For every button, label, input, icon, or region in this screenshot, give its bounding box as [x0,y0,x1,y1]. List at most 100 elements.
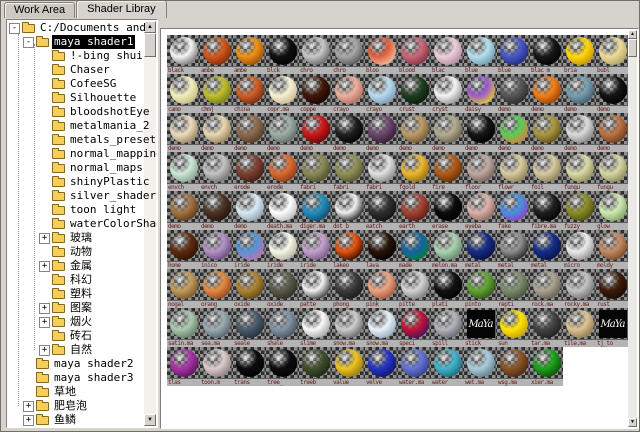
tree-item[interactable]: maya shader2 [7,357,144,371]
shader-tile[interactable]: tlas [167,347,200,386]
tree-item-label[interactable]: C:/Documents and [38,21,148,35]
tree-item[interactable]: metalmania_2 [7,119,144,133]
shader-preview[interactable] [299,308,332,340]
shader-tile[interactable]: lava [365,230,398,269]
shader-preview[interactable] [596,35,629,67]
shader-preview[interactable] [365,191,398,223]
shader-preview[interactable] [497,347,530,379]
shader-preview[interactable] [530,152,563,184]
shader-tile[interactable]: demo [365,113,398,152]
shader-tile[interactable]: iride [233,230,266,269]
tree-item[interactable]: +金属 [7,259,144,273]
shader-tile[interactable]: orang [200,269,233,308]
shader-tile[interactable]: fungu [596,152,629,191]
shader-preview[interactable] [299,269,332,301]
shader-preview[interactable] [530,35,563,67]
tab-work-area[interactable]: Work Area [4,2,75,18]
shader-preview[interactable] [167,347,200,379]
shader-tile[interactable]: satin.ma [167,308,200,347]
tree-item[interactable]: +图案 [7,301,144,315]
shader-tile[interactable]: demo [332,113,365,152]
shader-tile[interactable]: shale [266,308,299,347]
shader-preview[interactable] [596,113,629,145]
shader-preview[interactable] [200,230,233,262]
shader-preview[interactable] [233,230,266,262]
shader-tile[interactable]: made [398,230,431,269]
tree-item[interactable]: +肥皂泡 [7,399,144,413]
tree-item-label[interactable]: !-bing shui [68,49,145,63]
shader-tile[interactable]: bria [563,35,596,74]
shader-preview[interactable] [299,152,332,184]
shader-tile[interactable]: trans [233,347,266,386]
shader-preview[interactable] [200,191,233,223]
shader-preview[interactable] [497,230,530,262]
shader-preview[interactable]: MaYa [596,308,629,340]
tree-item-label[interactable]: bloodshotEye [68,105,151,119]
shader-tile[interactable]: camo [167,74,200,113]
shader-preview[interactable] [464,35,497,67]
shader-tile[interactable]: sun [497,308,530,347]
shader-tile[interactable]: rust [596,269,629,308]
shader-preview[interactable] [299,347,332,379]
tree-item[interactable]: shinyPlastic [7,175,144,189]
shader-tile[interactable]: fake [497,191,530,230]
shader-preview[interactable] [563,308,596,340]
shader-tile[interactable]: foil [530,152,563,191]
tree-item-label[interactable]: 烟火 [68,315,94,329]
shader-tile[interactable]: demo [233,113,266,152]
shader-preview[interactable] [167,113,200,145]
shader-preview[interactable] [299,74,332,106]
shader-preview[interactable] [596,230,629,262]
shader-tile[interactable]: fabri [332,152,365,191]
shader-preview[interactable] [497,74,530,106]
shader-preview[interactable] [563,35,596,67]
shader-tile[interactable]: plati [431,269,464,308]
tree-item-label[interactable]: 砖石 [68,329,94,343]
shader-tile[interactable]: fuzzy [563,191,596,230]
shader-preview[interactable] [530,230,563,262]
shader-preview[interactable] [530,191,563,223]
shader-tile[interactable]: crayo [365,74,398,113]
shader-tile[interactable]: eyeba [464,191,497,230]
shader-preview[interactable] [563,191,596,223]
shader-tile[interactable]: flowr [497,152,530,191]
shader-preview[interactable] [365,269,398,301]
thumbs-scrollbar[interactable]: ▲ ▼ [628,30,637,427]
shader-preview[interactable] [299,191,332,223]
shader-tile[interactable]: iride [266,230,299,269]
tree-item-label[interactable]: maya shader2 [52,357,135,371]
scrollbar-thumb[interactable] [628,39,637,57]
tree-item-label[interactable]: CofeeSG [68,77,118,91]
shader-tile[interactable]: fabri [365,152,398,191]
shader-tile[interactable]: spill [431,308,464,347]
shader-preview[interactable] [233,308,266,340]
shader-preview[interactable] [266,152,299,184]
tree-item[interactable]: 塑料 [7,287,144,301]
shader-tile[interactable]: slime [299,308,332,347]
tab-shader-library[interactable]: Shader Libray [76,0,167,18]
tree-item-label[interactable]: 草地 [52,385,78,399]
shader-tile[interactable]: demo [200,113,233,152]
shader-tile[interactable]: demo [167,191,200,230]
shader-tile[interactable]: chro [332,35,365,74]
shader-tile[interactable]: micro [563,230,596,269]
tree-item[interactable]: -C:/Documents and [7,21,144,35]
shader-preview[interactable] [497,152,530,184]
shader-tile[interactable]: pink [365,269,398,308]
shader-tile[interactable]: nogal [167,269,200,308]
shader-preview[interactable] [398,269,431,301]
shader-tile[interactable]: blck [266,35,299,74]
shader-tile[interactable]: fgold [398,152,431,191]
shader-tile[interactable]: crayo [332,74,365,113]
shader-tile[interactable]: demo [200,191,233,230]
scroll-down-icon[interactable]: ▼ [144,414,156,426]
tree-item-label[interactable]: toon light [68,203,138,217]
shader-preview[interactable] [200,35,233,67]
shader-tile[interactable]: glow [596,191,629,230]
shader-tile[interactable]: water [431,347,464,386]
shader-preview[interactable] [365,308,398,340]
shader-tile[interactable]: xier.ma [530,347,563,386]
shader-preview[interactable] [266,191,299,223]
tree-item-label[interactable]: normal_maps [68,161,145,175]
tree-item-label[interactable]: maya shader3 [52,371,135,385]
